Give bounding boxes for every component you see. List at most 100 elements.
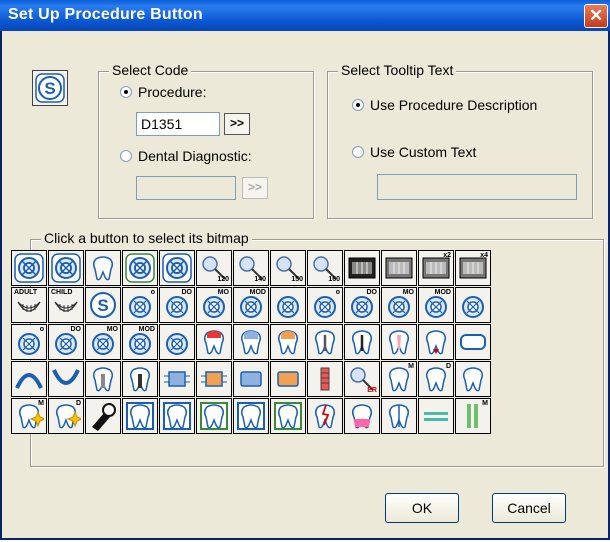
bitmap-button[interactable]: x4: [455, 250, 491, 286]
bitmap-button[interactable]: [122, 361, 158, 397]
bitmap-button[interactable]: MOD: [418, 287, 454, 323]
title-bar[interactable]: Set Up Procedure Button ✕: [0, 0, 610, 31]
bitmap-button[interactable]: [233, 324, 269, 360]
bitmap-button[interactable]: CHILD: [48, 287, 84, 323]
tooth-frame-icon: [126, 402, 154, 430]
bitmap-button[interactable]: [381, 324, 417, 360]
bitmap-button[interactable]: MO: [196, 287, 232, 323]
bitmap-button[interactable]: [159, 324, 195, 360]
diagnostic-lookup-button[interactable]: >>: [242, 177, 268, 199]
ok-button[interactable]: OK: [385, 493, 459, 523]
bitmap-button[interactable]: [233, 361, 269, 397]
bitmap-button[interactable]: 160: [307, 250, 343, 286]
bitmap-button[interactable]: 140: [233, 250, 269, 286]
close-button[interactable]: ✕: [584, 4, 608, 28]
diagnostic-code-input[interactable]: [136, 176, 236, 200]
use-custom-radio[interactable]: Use Custom Text: [352, 144, 476, 160]
bitmap-button[interactable]: [11, 361, 47, 397]
bitmap-button[interactable]: o: [307, 287, 343, 323]
bitmap-button[interactable]: [455, 361, 491, 397]
custom-tooltip-input[interactable]: [377, 174, 577, 200]
procedure-lookup-button[interactable]: >>: [224, 113, 250, 135]
bitmap-grid: 120 140 150 160 x2 x4 ADULT CHILD So DO MO MOD o DO MO…: [11, 250, 491, 434]
bitmap-badge: MO: [402, 289, 414, 296]
bitmap-button[interactable]: [11, 250, 47, 286]
bitmap-button[interactable]: [307, 398, 343, 434]
diagnostic-radio[interactable]: Dental Diagnostic:: [120, 148, 252, 164]
bitmap-button[interactable]: [307, 324, 343, 360]
dialog-body: S Select Code Procedure: D1351 >> Dental…: [2, 31, 608, 538]
tooth-frame-green-icon: [274, 402, 302, 430]
bitmap-button[interactable]: [159, 250, 195, 286]
bitmap-button[interactable]: x2: [418, 250, 454, 286]
bitmap-button[interactable]: [159, 398, 195, 434]
bitmap-button[interactable]: [418, 324, 454, 360]
bitmap-button[interactable]: MOD: [233, 287, 269, 323]
ring-small-icon: [462, 296, 484, 318]
bitmap-button[interactable]: o: [11, 324, 47, 360]
bitmap-button[interactable]: DO: [159, 287, 195, 323]
ring-icon: [51, 253, 81, 283]
bitmap-button[interactable]: [381, 398, 417, 434]
bitmap-button[interactable]: MO: [85, 324, 121, 360]
bitmap-button[interactable]: [455, 287, 491, 323]
svg-text:S: S: [44, 79, 55, 98]
bitmap-button[interactable]: [344, 324, 380, 360]
tooth-post-icon: [92, 367, 114, 392]
bitmap-button[interactable]: [159, 361, 195, 397]
bitmap-button[interactable]: [48, 361, 84, 397]
tooth-frame-green-icon: [200, 402, 228, 430]
bitmap-button[interactable]: [270, 361, 306, 397]
bitmap-button[interactable]: S: [85, 287, 121, 323]
bitmap-button[interactable]: D: [418, 361, 454, 397]
bitmap-button[interactable]: [455, 324, 491, 360]
bitmap-legend: Click a button to select its bitmap: [41, 230, 252, 246]
arch-upper-icon: [15, 373, 43, 389]
bitmap-button[interactable]: M: [381, 361, 417, 397]
bitmap-badge: 120: [217, 276, 229, 283]
use-custom-radio-dot[interactable]: [352, 146, 364, 158]
bitmap-button[interactable]: ADULT: [11, 287, 47, 323]
bitmap-button[interactable]: [122, 398, 158, 434]
bitmap-button[interactable]: [122, 250, 158, 286]
procedure-code-input[interactable]: D1351: [136, 112, 220, 136]
cancel-button[interactable]: Cancel: [492, 493, 566, 523]
bitmap-button[interactable]: o: [122, 287, 158, 323]
bitmap-button[interactable]: DO: [48, 324, 84, 360]
bitmap-button[interactable]: MOD: [122, 324, 158, 360]
bitmap-button[interactable]: [196, 324, 232, 360]
bitmap-button[interactable]: [196, 361, 232, 397]
bitmap-button[interactable]: D: [48, 398, 84, 434]
bitmap-button[interactable]: M: [11, 398, 47, 434]
bitmap-button[interactable]: ER: [344, 361, 380, 397]
bitmap-button[interactable]: [270, 398, 306, 434]
bitmap-button[interactable]: [307, 361, 343, 397]
bitmap-button[interactable]: [85, 398, 121, 434]
use-description-radio[interactable]: Use Procedure Description: [352, 97, 537, 113]
pontic-blue-icon: [240, 371, 262, 387]
bitmap-button[interactable]: [48, 250, 84, 286]
bitmap-button[interactable]: [85, 361, 121, 397]
bitmap-button[interactable]: MO: [381, 287, 417, 323]
bitmap-button[interactable]: DO: [344, 287, 380, 323]
bitmap-button[interactable]: [233, 398, 269, 434]
bitmap-button[interactable]: [418, 398, 454, 434]
rounded-rect-icon: [460, 334, 486, 350]
bitmap-button[interactable]: [270, 324, 306, 360]
bitmap-button[interactable]: [196, 398, 232, 434]
procedure-radio-dot[interactable]: [120, 86, 132, 98]
use-description-radio-dot[interactable]: [352, 99, 364, 111]
bitmap-button[interactable]: M: [455, 398, 491, 434]
bitmap-button[interactable]: 120: [196, 250, 232, 286]
bitmap-button[interactable]: [381, 250, 417, 286]
ring-small-icon: [166, 333, 188, 355]
procedure-radio[interactable]: Procedure:: [120, 84, 206, 100]
bitmap-button[interactable]: [85, 250, 121, 286]
bitmap-badge: o: [39, 326, 44, 333]
ring-small-icon: [277, 296, 299, 318]
bitmap-button[interactable]: [270, 287, 306, 323]
diagnostic-radio-dot[interactable]: [120, 150, 132, 162]
bitmap-button[interactable]: [344, 250, 380, 286]
bitmap-button[interactable]: [344, 398, 380, 434]
bitmap-button[interactable]: 150: [270, 250, 306, 286]
